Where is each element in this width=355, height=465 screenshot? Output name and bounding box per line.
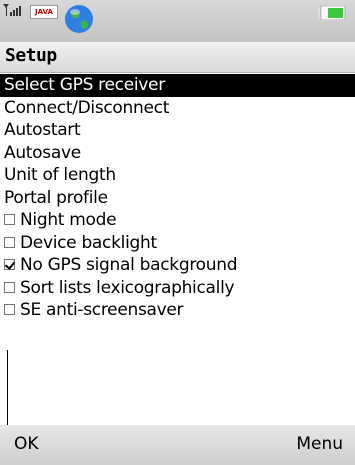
menu-item-label: Autostart bbox=[4, 120, 81, 140]
menu-item-label: Portal profile bbox=[4, 187, 108, 208]
softkey-bar: OK Menu bbox=[0, 425, 355, 465]
menu-item-label: Autosave bbox=[4, 142, 81, 163]
setup-menu-list: Select GPS receiver Connect/Disconnect A… bbox=[0, 74, 355, 322]
device-backlight-checkbox[interactable] bbox=[4, 236, 15, 248]
battery-icon bbox=[318, 6, 346, 20]
title-bar: Setup bbox=[0, 42, 355, 73]
signal-strength-icon bbox=[3, 4, 21, 16]
left-edge-divider bbox=[7, 350, 8, 430]
sort-lists-checkbox[interactable] bbox=[4, 281, 15, 293]
menu-item-label: SE anti-screensaver bbox=[20, 300, 184, 320]
menu-item-label: Connect/Disconnect bbox=[4, 97, 170, 118]
menu-item-autosave[interactable]: Autosave bbox=[0, 142, 355, 165]
menu-item-connect-disconnect[interactable]: Connect/Disconnect bbox=[0, 97, 355, 120]
menu-item-se-anti-screensaver[interactable]: SE anti-screensaver bbox=[0, 299, 355, 322]
globe-icon bbox=[65, 5, 93, 33]
menu-item-label: No GPS signal background bbox=[20, 255, 238, 275]
night-mode-checkbox[interactable] bbox=[4, 214, 15, 225]
menu-item-sort-lists-lexicographically[interactable]: Sort lists lexicographically bbox=[0, 277, 355, 300]
menu-item-label: Select GPS receiver bbox=[4, 75, 165, 95]
menu-item-label: Unit of length bbox=[4, 165, 116, 185]
menu-item-portal-profile[interactable]: Portal profile bbox=[0, 187, 355, 210]
status-bar: JAVA bbox=[0, 0, 355, 42]
menu-item-no-gps-signal-background[interactable]: No GPS signal background bbox=[0, 254, 355, 277]
java-badge-icon: JAVA bbox=[30, 5, 58, 19]
menu-softkey-button[interactable]: Menu bbox=[296, 434, 343, 454]
menu-item-select-gps-receiver[interactable]: Select GPS receiver bbox=[0, 74, 355, 97]
page-title: Setup bbox=[5, 45, 57, 66]
menu-item-label: Sort lists lexicographically bbox=[20, 277, 235, 298]
menu-item-device-backlight[interactable]: Device backlight bbox=[0, 232, 355, 255]
no-gps-signal-background-checkbox[interactable] bbox=[4, 259, 15, 270]
ok-softkey-button[interactable]: OK bbox=[14, 434, 39, 454]
menu-item-unit-of-length[interactable]: Unit of length bbox=[0, 164, 355, 187]
menu-item-night-mode[interactable]: Night mode bbox=[0, 209, 355, 232]
menu-item-autostart[interactable]: Autostart bbox=[0, 119, 355, 142]
menu-item-label: Night mode bbox=[20, 210, 117, 230]
menu-item-label: Device backlight bbox=[20, 232, 157, 253]
se-anti-screensaver-checkbox[interactable] bbox=[4, 304, 15, 315]
